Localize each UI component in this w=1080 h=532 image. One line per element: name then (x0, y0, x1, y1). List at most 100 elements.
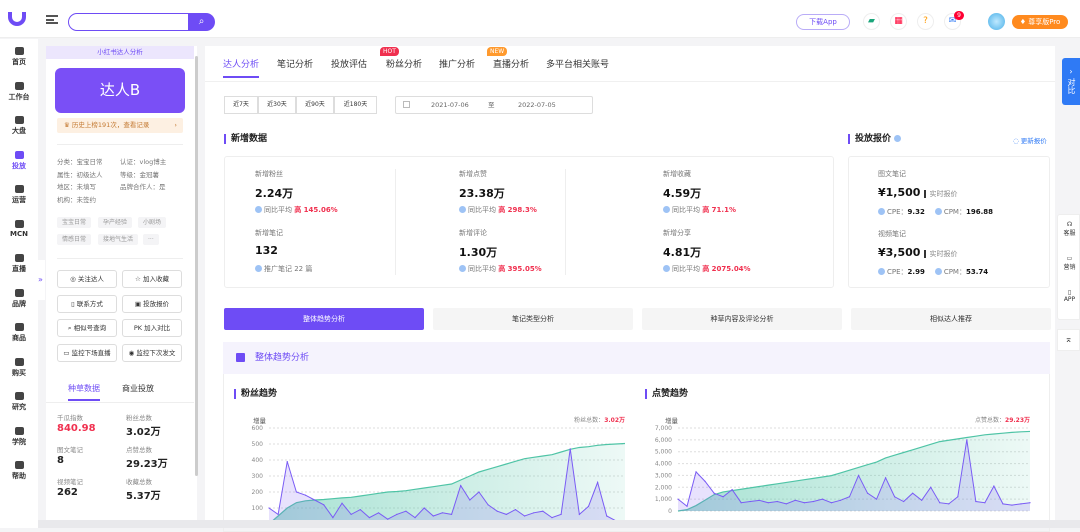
menu-toggle-icon[interactable] (46, 15, 58, 24)
increment-point[interactable] (606, 515, 608, 517)
increment-point[interactable] (332, 517, 334, 519)
increment-point[interactable] (722, 496, 724, 498)
range-button-3[interactable]: 近180天 (334, 96, 377, 114)
increment-point[interactable] (749, 500, 751, 503)
increment-point[interactable] (359, 509, 361, 511)
increment-point[interactable] (894, 496, 896, 498)
compare-button[interactable]: › 对比 (1062, 58, 1080, 105)
search-button[interactable]: ⌕ (188, 13, 215, 31)
increment-point[interactable] (268, 507, 270, 509)
analysis-tab-1[interactable]: 笔记类型分析 (433, 308, 633, 330)
increment-point[interactable] (740, 502, 742, 504)
increment-point[interactable] (767, 502, 769, 504)
increment-point[interactable] (984, 502, 986, 504)
increment-point[interactable] (1029, 502, 1031, 504)
increment-point[interactable] (903, 500, 905, 503)
increment-point[interactable] (812, 500, 814, 503)
increment-point[interactable] (713, 492, 715, 494)
range-button-1[interactable]: 近30天 (258, 96, 296, 114)
increment-point[interactable] (350, 513, 352, 515)
increment-point[interactable] (496, 510, 498, 512)
increment-point[interactable] (1011, 504, 1013, 506)
increment-point[interactable] (487, 504, 489, 506)
tab-2[interactable]: 投放评估 (331, 57, 367, 70)
increment-point[interactable] (597, 481, 599, 483)
expand-panel-icon[interactable]: » (38, 260, 45, 300)
increment-point[interactable] (794, 499, 796, 501)
avatar[interactable] (988, 13, 1005, 30)
tab-5[interactable]: 直播分析 (493, 57, 529, 70)
briefcase-icon[interactable]: ▰ (863, 13, 880, 30)
action-button-3[interactable]: ▣ 投放报价 (122, 294, 182, 313)
pro-button[interactable]: ♦ 尊享版Pro (1012, 15, 1068, 29)
back-to-top-button[interactable]: ⌅ (1057, 329, 1080, 351)
increment-point[interactable] (368, 517, 371, 519)
increment-point[interactable] (314, 499, 316, 501)
nav-item-1[interactable]: 工作台 (0, 81, 38, 102)
action-button-6[interactable]: ▭ 监控下场直播 (57, 343, 117, 362)
increment-point[interactable] (939, 502, 941, 504)
increment-point[interactable] (686, 505, 688, 507)
date-range-picker[interactable]: 2021-07-06 至 2022-07-05 (395, 96, 593, 114)
tab-1[interactable]: 笔记分析 (277, 57, 313, 70)
increment-point[interactable] (542, 510, 544, 512)
increment-point[interactable] (704, 480, 706, 482)
increment-point[interactable] (912, 492, 914, 494)
category-tag[interactable]: 接地气生活 (98, 234, 139, 245)
increment-point[interactable] (866, 492, 869, 494)
increment-point[interactable] (758, 499, 760, 501)
customer-service-button[interactable]: ☊ 客服 (1058, 221, 1080, 237)
nav-item-10[interactable]: 研究 (0, 392, 38, 412)
tab-0[interactable]: 达人分析 (223, 57, 259, 70)
info-icon[interactable] (894, 135, 902, 142)
increment-point[interactable] (966, 439, 968, 441)
date-from[interactable]: 2021-07-06 (431, 97, 469, 113)
nav-item-3[interactable]: 投放 (0, 150, 38, 171)
increment-point[interactable] (875, 498, 878, 500)
category-tag[interactable]: ··· (143, 234, 159, 245)
increment-point[interactable] (975, 500, 977, 503)
increment-point[interactable] (523, 515, 526, 517)
increment-point[interactable] (785, 503, 787, 505)
increment-point[interactable] (560, 513, 562, 515)
horizontal-scrollbar[interactable] (38, 520, 1080, 528)
nav-item-7[interactable]: 品牌 (0, 288, 38, 309)
range-button-0[interactable]: 近7天 (224, 96, 258, 114)
increment-point[interactable] (821, 498, 824, 500)
action-button-7[interactable]: ◉ 监控下次发文 (122, 343, 182, 362)
increment-point[interactable] (578, 513, 580, 515)
marketing-button[interactable]: ▭ 营销 (1058, 255, 1080, 271)
increment-point[interactable] (323, 504, 325, 506)
increment-point[interactable] (533, 512, 535, 514)
increment-point[interactable] (731, 489, 733, 491)
increment-point[interactable] (569, 448, 571, 450)
panel-scrollbar[interactable] (195, 56, 198, 476)
download-app-button[interactable]: 下载App (796, 14, 850, 30)
action-button-0[interactable]: ◎ 关注达人 (57, 270, 117, 288)
increment-point[interactable] (414, 517, 416, 519)
nav-item-0[interactable]: 首页 (0, 47, 38, 67)
analysis-tab-0[interactable]: 整体趋势分析 (224, 308, 424, 330)
tab-seeding-data[interactable]: 种草数据 (68, 383, 100, 394)
category-tag[interactable]: 孕产经验 (98, 217, 133, 228)
increment-point[interactable] (848, 496, 851, 498)
increment-point[interactable] (505, 513, 507, 515)
tab-3[interactable]: 粉丝分析 (386, 57, 422, 70)
increment-point[interactable] (1020, 503, 1022, 505)
history-ranking-link[interactable]: ♛ 历史上榜191次，查看记录 › (57, 118, 183, 133)
action-button-2[interactable]: ▯ 联系方式 (57, 294, 117, 313)
increment-point[interactable] (460, 485, 462, 487)
category-tag[interactable]: 情感日常 (57, 234, 92, 245)
increment-point[interactable] (857, 474, 860, 477)
increment-point[interactable] (396, 513, 398, 515)
apps-grid-icon[interactable]: ▦ (890, 13, 907, 30)
category-tag[interactable]: 宝宝日常 (57, 217, 92, 228)
action-button-1[interactable]: ☆ 加入收藏 (122, 270, 182, 288)
increment-point[interactable] (830, 502, 833, 504)
nav-item-2[interactable]: 大盘 (0, 116, 38, 136)
increment-point[interactable] (441, 512, 444, 514)
analysis-tab-3[interactable]: 相似达人推荐 (851, 308, 1051, 330)
increment-point[interactable] (948, 503, 950, 505)
increment-point[interactable] (803, 502, 805, 504)
increment-point[interactable] (377, 512, 380, 514)
